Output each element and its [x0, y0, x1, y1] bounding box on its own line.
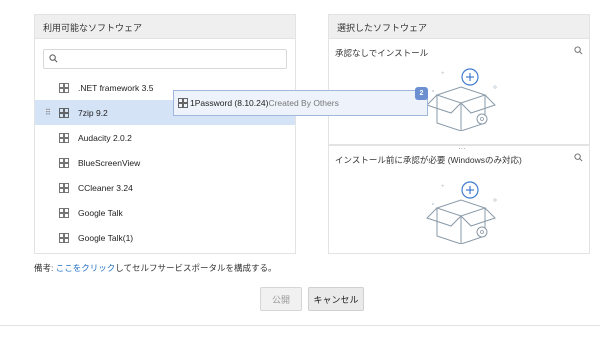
selected-software-title: 選択したソフトウェア [329, 15, 589, 39]
available-software-title: 利用可能なソフトウェア [35, 15, 295, 39]
dragged-software-item[interactable]: 1Password (8.10.24) Created By Others 2 [173, 87, 428, 116]
list-item[interactable]: Google Talk(1) [35, 225, 295, 250]
created-by-label: Created By Others [268, 98, 339, 108]
software-name: 7zip 9.2 [78, 107, 108, 118]
publish-button[interactable]: 公開 [260, 287, 302, 311]
section-divider: … [458, 142, 466, 151]
windows-icon [59, 132, 69, 143]
search-icon [49, 54, 58, 63]
dragged-software-name: 1Password (8.10.24) [190, 98, 269, 108]
windows-icon [59, 207, 69, 218]
install-with-approval-dropzone[interactable]: インストール前に承認が必要 (Windowsのみ対応) + [329, 145, 589, 253]
footer-divider [0, 325, 600, 326]
search-icon[interactable] [574, 46, 583, 55]
list-item[interactable]: Google Talk [35, 200, 295, 225]
available-software-panel: 利用可能なソフトウェア .NET framework 3.5 ⠿ 7zip 9.… [34, 14, 296, 254]
drag-handle-icon[interactable]: ⠿ [45, 108, 51, 117]
cancel-button[interactable]: キャンセル [308, 287, 364, 311]
windows-icon [59, 107, 69, 118]
section-title: 承認なしでインストール [335, 48, 429, 58]
list-item[interactable]: Audacity 2.0.2 [35, 125, 295, 150]
empty-box-illustration-icon: + [426, 68, 497, 131]
config-note: 備考: ここをクリックしてセルフサービスポータルを構成する。 [34, 262, 277, 274]
svg-text:+: + [441, 184, 445, 190]
windows-icon [178, 98, 188, 108]
self-service-portal-config: 利用可能なソフトウェア .NET framework 3.5 ⠿ 7zip 9.… [0, 0, 600, 339]
search-icon[interactable] [574, 153, 583, 162]
configure-portal-link[interactable]: ここをクリック [56, 263, 116, 273]
windows-icon [59, 157, 69, 168]
software-name: Google Talk [78, 207, 123, 218]
windows-icon [59, 232, 69, 243]
drag-count-badge: 2 [415, 87, 428, 100]
software-name: BlueScreenView [78, 157, 141, 168]
selected-software-panel: 選択したソフトウェア 承認なしでインストール + インストール前に承認が必要 (… [328, 14, 590, 254]
list-item[interactable]: CCleaner 3.24 [35, 175, 295, 200]
software-name: Google Talk(1) [78, 232, 134, 243]
note-suffix: してセルフサービスポータルを構成する。 [115, 263, 277, 273]
search-input[interactable] [44, 50, 286, 68]
svg-text:+: + [441, 71, 445, 77]
windows-icon [59, 182, 69, 193]
empty-box-illustration-icon: + [426, 181, 497, 244]
software-search-box[interactable] [43, 49, 287, 69]
list-item[interactable]: BlueScreenView [35, 150, 295, 175]
software-name: Audacity 2.0.2 [78, 132, 132, 143]
windows-icon [59, 82, 69, 93]
software-name: .NET framework 3.5 [78, 82, 154, 93]
software-name: CCleaner 3.24 [78, 182, 133, 193]
note-prefix: 備考: [34, 263, 56, 273]
